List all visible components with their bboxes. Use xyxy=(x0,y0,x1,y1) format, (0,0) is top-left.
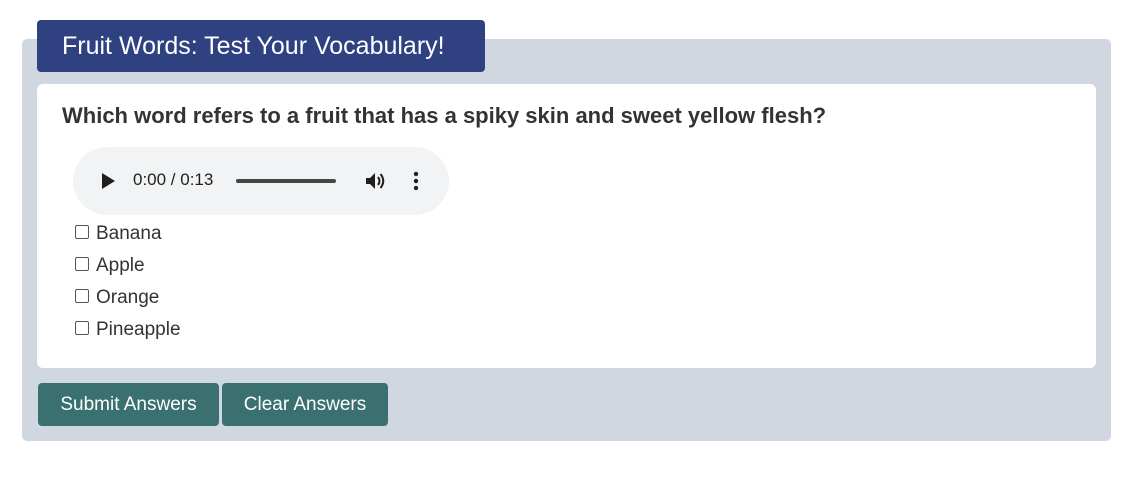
play-icon[interactable] xyxy=(99,171,117,191)
option-label: Banana xyxy=(96,223,162,244)
audio-seek-bar[interactable] xyxy=(236,179,336,183)
audio-time: 0:00 / 0:13 xyxy=(133,170,214,189)
option-pineapple[interactable]: Pineapple xyxy=(75,314,181,346)
checkbox[interactable] xyxy=(75,257,89,271)
more-vertical-icon[interactable] xyxy=(409,170,423,192)
page-title: Fruit Words: Test Your Vocabulary! xyxy=(37,20,485,72)
checkbox[interactable] xyxy=(75,225,89,239)
option-apple[interactable]: Apple xyxy=(75,250,181,282)
option-label: Orange xyxy=(96,287,160,308)
clear-answers-button[interactable]: Clear Answers xyxy=(222,383,388,426)
option-label: Apple xyxy=(96,255,145,276)
checkbox[interactable] xyxy=(75,289,89,303)
question-card: Which word refers to a fruit that has a … xyxy=(37,84,1096,368)
option-banana[interactable]: Banana xyxy=(75,218,181,250)
submit-answers-button[interactable]: Submit Answers xyxy=(38,383,219,426)
volume-icon[interactable] xyxy=(365,171,387,191)
audio-player: 0:00 / 0:13 xyxy=(73,147,449,215)
option-orange[interactable]: Orange xyxy=(75,282,181,314)
option-label: Pineapple xyxy=(96,319,181,340)
checkbox[interactable] xyxy=(75,321,89,335)
answer-options: Banana Apple Orange Pineapple xyxy=(75,218,181,346)
question-text: Which word refers to a fruit that has a … xyxy=(62,103,827,128)
